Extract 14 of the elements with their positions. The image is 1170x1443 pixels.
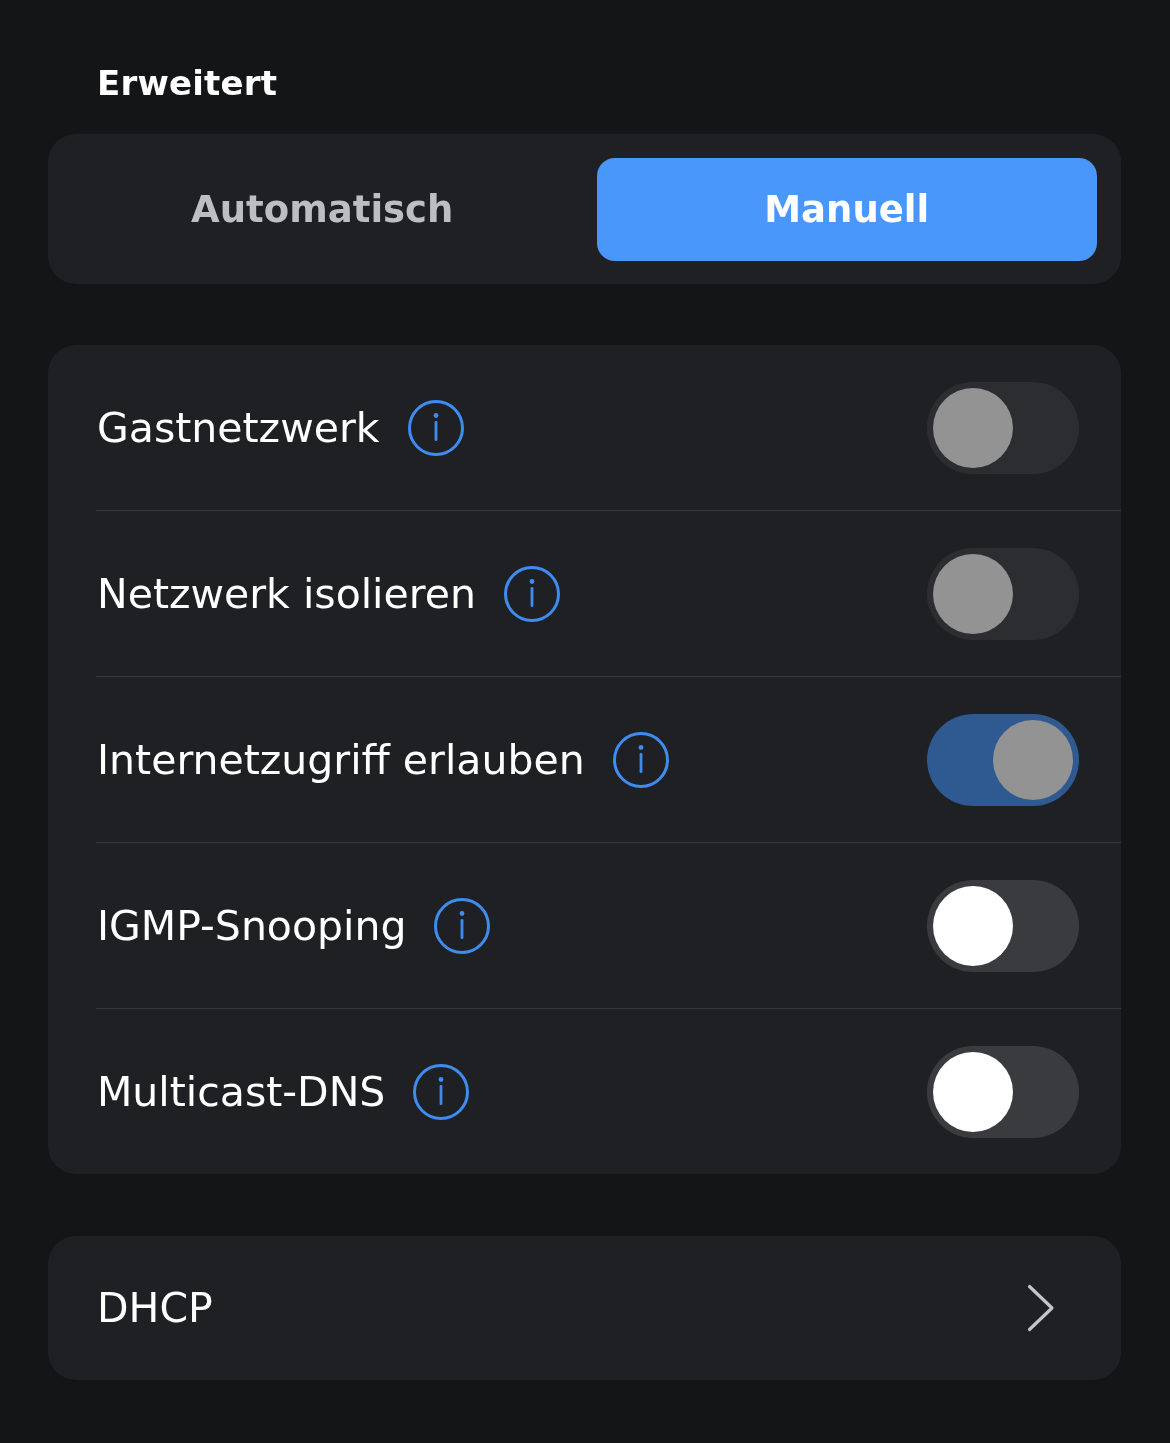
info-icon[interactable] (503, 565, 560, 622)
setting-label: Netzwerk isolieren (97, 569, 476, 618)
info-icon[interactable] (407, 399, 464, 456)
setting-label: Internetzugriff erlauben (97, 735, 585, 784)
chevron-right-icon (1027, 1284, 1055, 1332)
info-icon[interactable] (413, 1063, 470, 1120)
info-icon[interactable] (434, 897, 491, 954)
info-icon[interactable] (612, 731, 669, 788)
section-title: Erweitert (97, 63, 278, 103)
setting-label: Gastnetzwerk (97, 403, 380, 452)
dhcp-menu-row[interactable]: DHCP (48, 1236, 1121, 1380)
setting-label: IGMP-Snooping (97, 901, 407, 950)
segment-tab[interactable]: Automatisch (72, 158, 573, 261)
setting-label: Multicast-DNS (97, 1067, 386, 1116)
